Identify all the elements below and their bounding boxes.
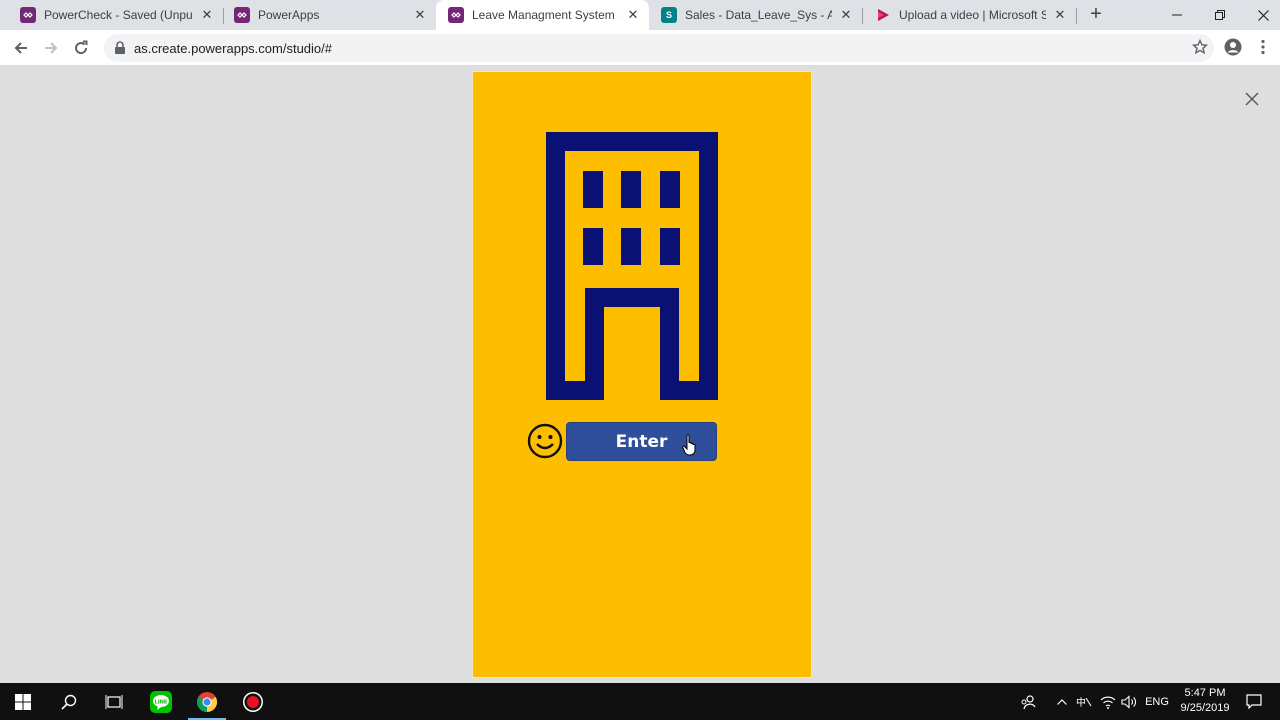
- arrow-right-icon: [45, 42, 58, 54]
- smiley-icon: [527, 423, 563, 459]
- svg-text:中: 中: [1076, 696, 1086, 709]
- line-app-button[interactable]: LINE: [138, 683, 184, 720]
- browser-tab-strip: PowerCheck - Saved (Unpublis ✕ PowerApps…: [0, 0, 1280, 30]
- account-icon: [1224, 38, 1242, 56]
- powerapps-icon: [20, 7, 36, 23]
- start-button[interactable]: [0, 683, 46, 720]
- chevron-up-icon: [1057, 698, 1067, 705]
- profile-button[interactable]: [1224, 38, 1242, 61]
- arrow-left-icon: [14, 42, 27, 54]
- tab-title: PowerApps: [258, 8, 320, 22]
- people-button[interactable]: [1018, 683, 1038, 720]
- tab-leave-management[interactable]: Leave Managment System - Po ✕: [436, 0, 649, 30]
- bookmark-button[interactable]: [1191, 38, 1209, 60]
- chrome-app-button[interactable]: [184, 683, 230, 720]
- speaker-icon: [1121, 694, 1136, 709]
- windows-icon: [15, 693, 31, 710]
- windows-taskbar: LINE 中 ENG 5:47 PM 9/25/2019: [0, 683, 1280, 720]
- back-button[interactable]: [9, 36, 33, 60]
- record-icon: [243, 691, 263, 712]
- minimize-button[interactable]: [1154, 0, 1200, 30]
- recorder-app-button[interactable]: [230, 683, 276, 720]
- clock-time: 5:47 PM: [1184, 687, 1226, 699]
- show-hidden-icons-button[interactable]: [1054, 683, 1070, 720]
- tab-title: PowerCheck - Saved (Unpublis: [44, 8, 193, 22]
- tab-microsoft-stream[interactable]: Upload a video | Microsoft Stre ✕: [863, 0, 1076, 30]
- people-icon: [1021, 694, 1036, 709]
- svg-text:LINE: LINE: [155, 699, 168, 705]
- reload-icon: [75, 40, 88, 55]
- url-text: as.create.powerapps.com/studio/#: [134, 40, 332, 56]
- close-icon: [1245, 92, 1259, 106]
- task-view-icon: [105, 694, 123, 709]
- address-bar[interactable]: as.create.powerapps.com/studio/#: [104, 34, 1214, 62]
- tab-title: Sales - Data_Leave_Sys - All Ite: [685, 8, 832, 22]
- language-indicator[interactable]: ENG: [1144, 683, 1170, 720]
- tab-powerapps[interactable]: PowerApps ✕: [222, 0, 436, 30]
- close-preview-button[interactable]: [1243, 90, 1261, 108]
- minimize-icon: [1172, 14, 1182, 16]
- network-button[interactable]: [1099, 683, 1117, 720]
- more-vertical-icon: [1261, 39, 1265, 55]
- close-window-button[interactable]: [1240, 0, 1280, 30]
- sharepoint-icon: S: [661, 7, 677, 23]
- powerapps-icon: [234, 7, 250, 23]
- hand-cursor-icon: [682, 434, 698, 456]
- close-icon[interactable]: ✕: [199, 7, 215, 23]
- forward-button[interactable]: [39, 36, 63, 60]
- new-tab-button[interactable]: +: [1086, 4, 1106, 25]
- chrome-icon: [196, 691, 218, 712]
- tab-powercheck[interactable]: PowerCheck - Saved (Unpublis ✕: [8, 0, 223, 30]
- close-icon[interactable]: ✕: [1052, 7, 1068, 23]
- star-icon: [1191, 38, 1209, 55]
- tab-title: Upload a video | Microsoft Stre: [899, 8, 1046, 22]
- notification-icon: [1246, 694, 1262, 709]
- line-app-icon: LINE: [150, 690, 172, 713]
- browser-menu-button[interactable]: [1254, 38, 1272, 61]
- task-view-button[interactable]: [91, 683, 137, 720]
- stream-icon: [875, 7, 891, 23]
- restore-button[interactable]: [1197, 0, 1243, 30]
- action-center-button[interactable]: [1244, 683, 1264, 720]
- close-icon[interactable]: ✕: [412, 7, 428, 23]
- wifi-icon: [1100, 696, 1116, 709]
- close-icon[interactable]: ✕: [838, 7, 854, 23]
- search-icon: [61, 694, 77, 710]
- input-method-button[interactable]: 中: [1074, 683, 1094, 720]
- restore-icon: [1215, 10, 1225, 20]
- browser-toolbar: as.create.powerapps.com/studio/#: [0, 30, 1280, 66]
- close-icon[interactable]: ✕: [625, 7, 641, 23]
- close-icon: [1257, 9, 1269, 21]
- volume-button[interactable]: [1120, 683, 1138, 720]
- lock-icon: [115, 41, 125, 54]
- search-button[interactable]: [46, 683, 92, 720]
- powerapps-icon: [448, 7, 464, 23]
- building-icon: [546, 132, 718, 400]
- input-method-icon: 中: [1076, 696, 1092, 709]
- clock-date: 9/25/2019: [1180, 702, 1230, 714]
- system-clock[interactable]: 5:47 PM 9/25/2019: [1172, 686, 1238, 716]
- tab-title: Leave Managment System - Po: [472, 8, 619, 22]
- tab-separator: [1076, 8, 1077, 24]
- tab-sales-data[interactable]: S Sales - Data_Leave_Sys - All Ite ✕: [649, 0, 862, 30]
- reload-button[interactable]: [69, 36, 93, 60]
